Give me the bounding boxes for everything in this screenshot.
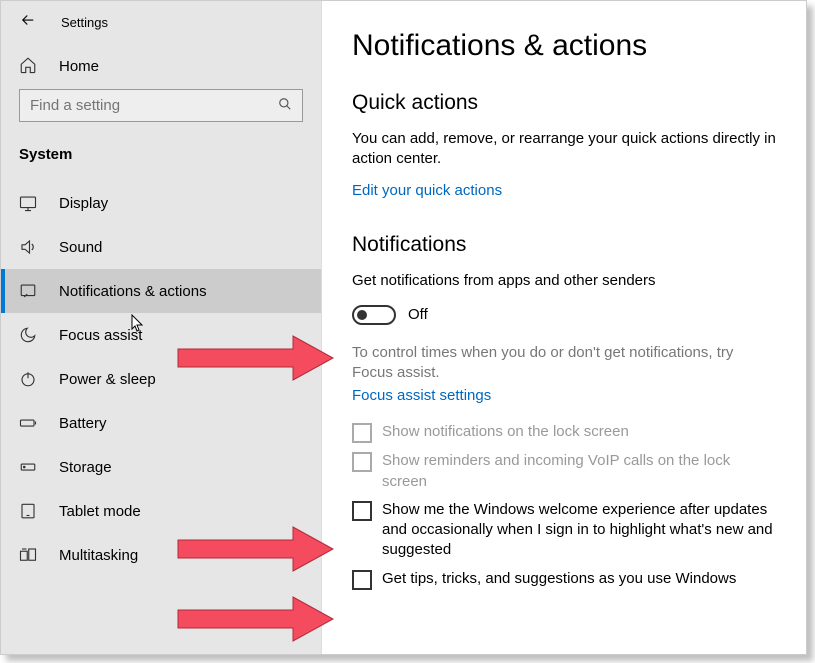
quick-actions-desc: You can add, remove, or rearrange your q… [352,129,776,170]
power-icon [19,370,37,388]
sidebar-item-display[interactable]: Display [1,181,321,225]
home-icon [19,56,37,77]
sidebar-item-label: Power & sleep [59,371,156,388]
battery-icon [19,414,37,432]
sidebar-item-label: Notifications & actions [59,283,207,300]
sidebar-item-notifications[interactable]: Notifications & actions [1,269,321,313]
search-container [1,89,321,134]
sidebar-item-sound[interactable]: Sound [1,225,321,269]
checkbox-tips-tricks[interactable]: Get tips, tricks, and suggestions as you… [352,569,776,590]
page-title: Notifications & actions [352,29,776,63]
sidebar-home[interactable]: Home [1,44,321,89]
checkbox-label: Get tips, tricks, and suggestions as you… [382,569,736,589]
sidebar-item-label: Display [59,195,108,212]
checkbox-lockscreen-notifications: Show notifications on the lock screen [352,422,776,443]
sidebar-item-tablet[interactable]: Tablet mode [1,489,321,533]
notifications-heading: Notifications [352,233,776,257]
notifications-icon [19,282,37,300]
notifications-toggle[interactable] [352,305,396,325]
checkbox[interactable] [352,501,372,521]
sidebar-item-label: Battery [59,415,107,432]
focus-assist-desc: To control times when you do or don't ge… [352,343,776,384]
sidebar-item-focus-assist[interactable]: Focus assist [1,313,321,357]
checkbox-label: Show me the Windows welcome experience a… [382,500,776,561]
checkbox-welcome-experience[interactable]: Show me the Windows welcome experience a… [352,500,776,561]
sidebar-item-label: Focus assist [59,327,142,344]
back-arrow-icon[interactable] [19,11,37,34]
nav-list: Display Sound Notifications & actions Fo… [1,181,321,577]
notifications-toggle-row: Off [352,305,776,325]
search-box[interactable] [19,89,303,122]
category-label: System [1,134,321,181]
sound-icon [19,238,37,256]
search-icon [278,97,292,114]
edit-quick-actions-link[interactable]: Edit your quick actions [352,182,502,199]
checkbox-label: Show notifications on the lock screen [382,422,629,442]
sidebar-item-power[interactable]: Power & sleep [1,357,321,401]
sidebar-item-label: Multitasking [59,547,138,564]
moon-icon [19,326,37,344]
search-input[interactable] [30,97,278,114]
multitasking-icon [19,546,37,564]
sidebar-item-multitasking[interactable]: Multitasking [1,533,321,577]
sidebar-item-battery[interactable]: Battery [1,401,321,445]
sidebar: Settings Home System Display [1,1,321,654]
focus-assist-link[interactable]: Focus assist settings [352,387,491,404]
notifications-toggle-state: Off [408,306,428,323]
window-title: Settings [61,15,108,30]
checkbox [352,423,372,443]
settings-window: Settings Home System Display [0,0,807,655]
topbar: Settings [1,1,321,44]
home-label: Home [59,58,99,75]
quick-actions-heading: Quick actions [352,91,776,115]
sidebar-item-label: Tablet mode [59,503,141,520]
checkbox [352,452,372,472]
tablet-icon [19,502,37,520]
checkbox[interactable] [352,570,372,590]
sidebar-item-storage[interactable]: Storage [1,445,321,489]
storage-icon [19,458,37,476]
checkbox-label: Show reminders and incoming VoIP calls o… [382,451,776,492]
checkbox-lockscreen-voip: Show reminders and incoming VoIP calls o… [352,451,776,492]
display-icon [19,194,37,212]
notifications-toggle-desc: Get notifications from apps and other se… [352,271,776,291]
sidebar-item-label: Storage [59,459,112,476]
sidebar-item-label: Sound [59,239,102,256]
content-pane: Notifications & actions Quick actions Yo… [321,1,806,654]
